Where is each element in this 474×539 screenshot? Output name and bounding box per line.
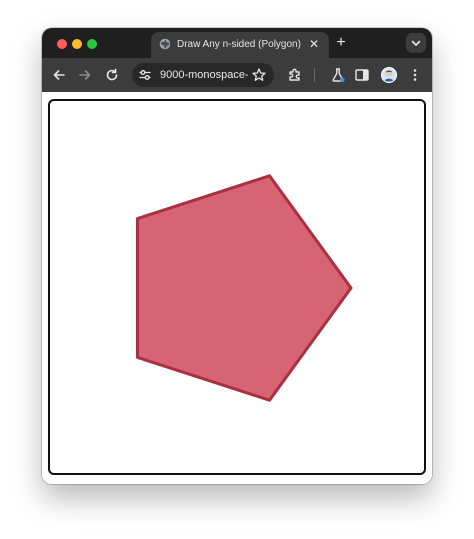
address-bar[interactable]: 9000-monospace-polygon [132, 63, 274, 87]
star-icon[interactable] [251, 67, 267, 83]
globe-icon [159, 38, 171, 50]
puzzle-icon[interactable] [286, 66, 304, 84]
tab-search-button[interactable] [406, 33, 426, 53]
kebab-menu-icon[interactable] [406, 66, 424, 84]
chevron-down-icon [411, 40, 421, 46]
plus-icon[interactable]: + [333, 35, 349, 51]
toolbar-divider [314, 68, 315, 82]
tab-title: Draw Any n-sided (Polygon) Shape [177, 39, 303, 50]
forward-arrow-icon[interactable] [76, 66, 94, 84]
window-minimize-button[interactable] [72, 39, 82, 49]
url-text: 9000-monospace-polygon [160, 69, 248, 81]
page-content [42, 92, 432, 484]
toolbar: 9000-monospace-polygon [42, 58, 432, 92]
close-icon[interactable]: ✕ [307, 37, 321, 51]
reload-icon[interactable] [103, 66, 121, 84]
tab-active[interactable]: Draw Any n-sided (Polygon) Shape ✕ [151, 32, 329, 58]
profile-avatar-icon [381, 67, 397, 83]
tune-icon[interactable] [138, 68, 152, 82]
tab-strip: Draw Any n-sided (Polygon) Shape ✕ + [42, 28, 432, 58]
flask-icon[interactable] [329, 66, 347, 84]
browser-window: Draw Any n-sided (Polygon) Shape ✕ + [42, 28, 432, 484]
window-maximize-button[interactable] [87, 39, 97, 49]
avatar[interactable] [381, 67, 397, 83]
side-panel-icon[interactable] [353, 66, 371, 84]
polygon-canvas-svg [136, 174, 353, 402]
drawing-canvas[interactable] [48, 99, 426, 475]
pentagon-shape [136, 174, 353, 402]
window-close-button[interactable] [57, 39, 67, 49]
back-arrow-icon[interactable] [50, 66, 68, 84]
